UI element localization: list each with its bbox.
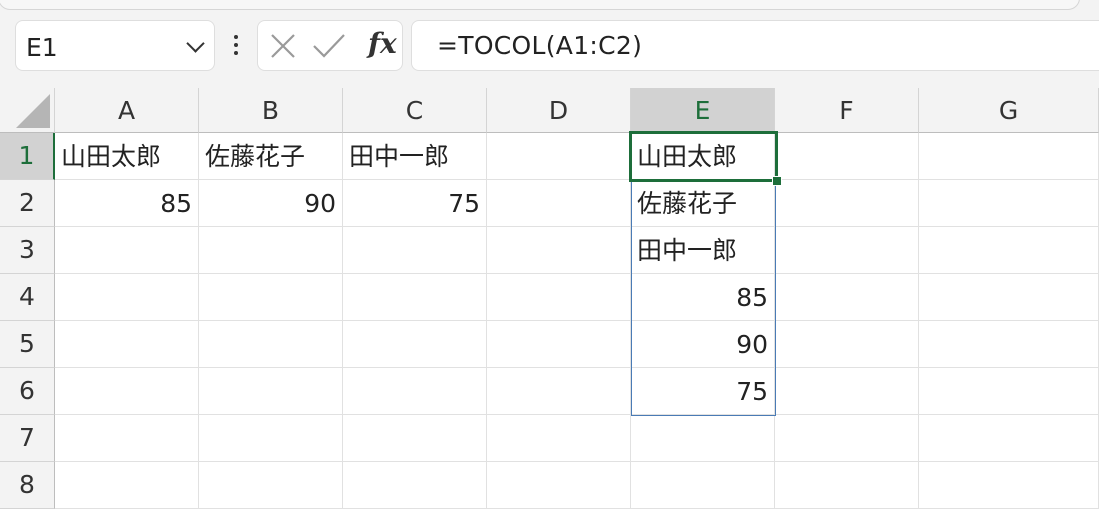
cell-a5[interactable] bbox=[55, 321, 199, 368]
cell-g4[interactable] bbox=[919, 274, 1099, 321]
row-header-2[interactable]: 2 bbox=[0, 180, 55, 227]
cell-a4[interactable] bbox=[55, 274, 199, 321]
cell-f5[interactable] bbox=[775, 321, 919, 368]
cell-g8[interactable] bbox=[919, 462, 1099, 509]
row-header-1[interactable]: 1 bbox=[0, 133, 55, 180]
formula-buttons: fx bbox=[257, 20, 403, 71]
cell-b6[interactable] bbox=[199, 368, 343, 415]
cell-f4[interactable] bbox=[775, 274, 919, 321]
cell-b5[interactable] bbox=[199, 321, 343, 368]
cell-c3[interactable] bbox=[343, 227, 487, 274]
cell-b8[interactable] bbox=[199, 462, 343, 509]
row-header-7[interactable]: 7 bbox=[0, 415, 55, 462]
cell-g3[interactable] bbox=[919, 227, 1099, 274]
cell-c5[interactable] bbox=[343, 321, 487, 368]
cell-d5[interactable] bbox=[487, 321, 631, 368]
cell-c4[interactable] bbox=[343, 274, 487, 321]
cell-b7[interactable] bbox=[199, 415, 343, 462]
enter-icon[interactable] bbox=[313, 34, 345, 58]
cancel-icon[interactable] bbox=[271, 34, 295, 58]
row-header-5[interactable]: 5 bbox=[0, 321, 55, 368]
cell-a1[interactable]: 山田太郎 bbox=[55, 133, 199, 180]
cell-g5[interactable] bbox=[919, 321, 1099, 368]
cell-a8[interactable] bbox=[55, 462, 199, 509]
select-all-button[interactable] bbox=[0, 88, 55, 133]
cell-e6[interactable]: 75 bbox=[631, 368, 775, 415]
cell-g6[interactable] bbox=[919, 368, 1099, 415]
cell-d7[interactable] bbox=[487, 415, 631, 462]
cell-c7[interactable] bbox=[343, 415, 487, 462]
spreadsheet-grid: A B C D E F G 1 山田太郎 佐藤花子 田中一郎 山田太郎 2 85 90 75 佐藤花子 3 田中一郎… bbox=[0, 88, 1099, 509]
cell-e3[interactable]: 田中一郎 bbox=[631, 227, 775, 274]
column-header-b[interactable]: B bbox=[199, 88, 343, 133]
row-header-3[interactable]: 3 bbox=[0, 227, 55, 274]
cell-c6[interactable] bbox=[343, 368, 487, 415]
cell-b2[interactable]: 90 bbox=[199, 180, 343, 227]
column-header-e[interactable]: E bbox=[631, 88, 775, 133]
cell-g1[interactable] bbox=[919, 133, 1099, 180]
cell-e4[interactable]: 85 bbox=[631, 274, 775, 321]
select-all-icon bbox=[16, 94, 50, 128]
name-box-value[interactable]: E1 bbox=[26, 33, 58, 62]
cell-g2[interactable] bbox=[919, 180, 1099, 227]
cell-f1[interactable] bbox=[775, 133, 919, 180]
cell-d6[interactable] bbox=[487, 368, 631, 415]
formula-text[interactable]: =TOCOL(A1:C2) bbox=[437, 31, 642, 60]
cell-c1[interactable]: 田中一郎 bbox=[343, 133, 487, 180]
cell-f3[interactable] bbox=[775, 227, 919, 274]
cell-c8[interactable] bbox=[343, 462, 487, 509]
cell-e1[interactable]: 山田太郎 bbox=[631, 133, 775, 180]
more-options-icon[interactable] bbox=[234, 35, 238, 57]
cell-b3[interactable] bbox=[199, 227, 343, 274]
cell-f6[interactable] bbox=[775, 368, 919, 415]
cell-d4[interactable] bbox=[487, 274, 631, 321]
row-header-4[interactable]: 4 bbox=[0, 274, 55, 321]
cell-b4[interactable] bbox=[199, 274, 343, 321]
chevron-down-icon[interactable] bbox=[186, 34, 205, 53]
cell-f2[interactable] bbox=[775, 180, 919, 227]
cell-e7[interactable] bbox=[631, 415, 775, 462]
cell-b1[interactable]: 佐藤花子 bbox=[199, 133, 343, 180]
cell-a2[interactable]: 85 bbox=[55, 180, 199, 227]
cell-a6[interactable] bbox=[55, 368, 199, 415]
column-header-f[interactable]: F bbox=[775, 88, 919, 133]
cell-f8[interactable] bbox=[775, 462, 919, 509]
name-box[interactable]: E1 bbox=[15, 20, 215, 71]
column-header-a[interactable]: A bbox=[55, 88, 199, 133]
row-header-8[interactable]: 8 bbox=[0, 462, 55, 509]
column-header-g[interactable]: G bbox=[919, 88, 1099, 133]
cell-g7[interactable] bbox=[919, 415, 1099, 462]
cell-d3[interactable] bbox=[487, 227, 631, 274]
cell-f7[interactable] bbox=[775, 415, 919, 462]
cell-e5[interactable]: 90 bbox=[631, 321, 775, 368]
ribbon-edge bbox=[0, 0, 1080, 10]
cell-d8[interactable] bbox=[487, 462, 631, 509]
cell-d1[interactable] bbox=[487, 133, 631, 180]
row-header-6[interactable]: 6 bbox=[0, 368, 55, 415]
column-header-c[interactable]: C bbox=[343, 88, 487, 133]
insert-function-icon[interactable]: fx bbox=[368, 27, 397, 60]
column-header-d[interactable]: D bbox=[487, 88, 631, 133]
fill-handle[interactable] bbox=[772, 176, 782, 186]
cell-a7[interactable] bbox=[55, 415, 199, 462]
formula-input[interactable]: =TOCOL(A1:C2) bbox=[411, 20, 1099, 71]
cell-d2[interactable] bbox=[487, 180, 631, 227]
cell-e2[interactable]: 佐藤花子 bbox=[631, 180, 775, 227]
cell-a3[interactable] bbox=[55, 227, 199, 274]
cell-c2[interactable]: 75 bbox=[343, 180, 487, 227]
cell-e8[interactable] bbox=[631, 462, 775, 509]
formula-bar-area: E1 fx =TOCOL(A1:C2) bbox=[0, 0, 1099, 88]
